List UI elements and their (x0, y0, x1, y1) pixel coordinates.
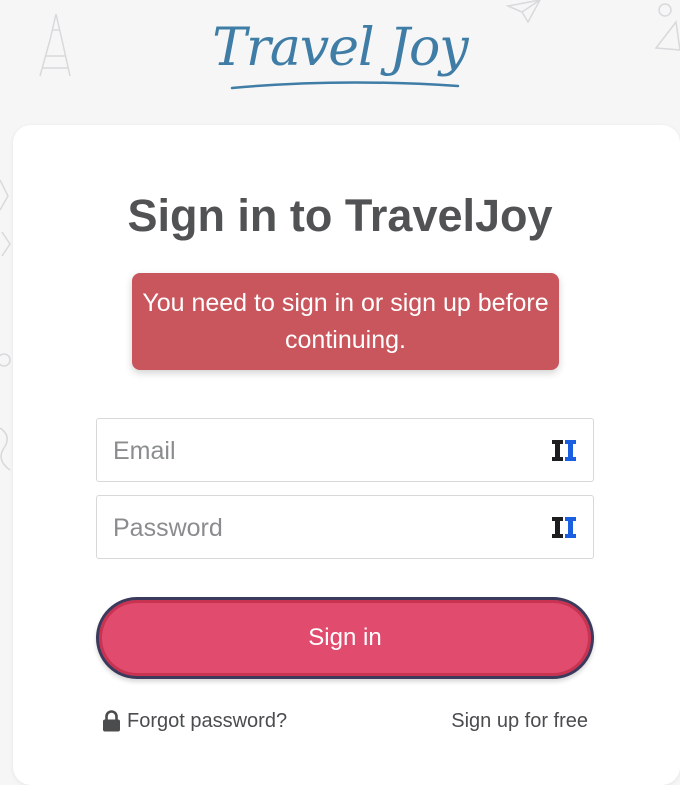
forgot-password-label: Forgot password? (127, 709, 288, 732)
logo-text: Travel Joy (212, 18, 468, 78)
travel-joy-logo[interactable]: Travel Joy (0, 18, 680, 78)
password-input[interactable] (111, 496, 535, 560)
password-manager-icon[interactable] (552, 440, 576, 461)
password-field[interactable] (96, 495, 594, 560)
email-input[interactable] (111, 419, 535, 483)
sign-up-link[interactable]: Sign up for free (451, 708, 588, 734)
logo-swash (230, 81, 460, 90)
sign-in-button[interactable]: Sign in (96, 597, 594, 679)
alert-banner: You need to sign in or sign up before co… (132, 273, 559, 370)
page-title: Sign in to TravelJoy (127, 190, 553, 241)
password-manager-icon[interactable] (552, 517, 576, 538)
lock-icon (103, 710, 120, 732)
email-field[interactable] (96, 418, 594, 483)
sign-in-label: Sign in (308, 624, 382, 651)
forgot-password-link[interactable]: Forgot password? (102, 708, 287, 734)
